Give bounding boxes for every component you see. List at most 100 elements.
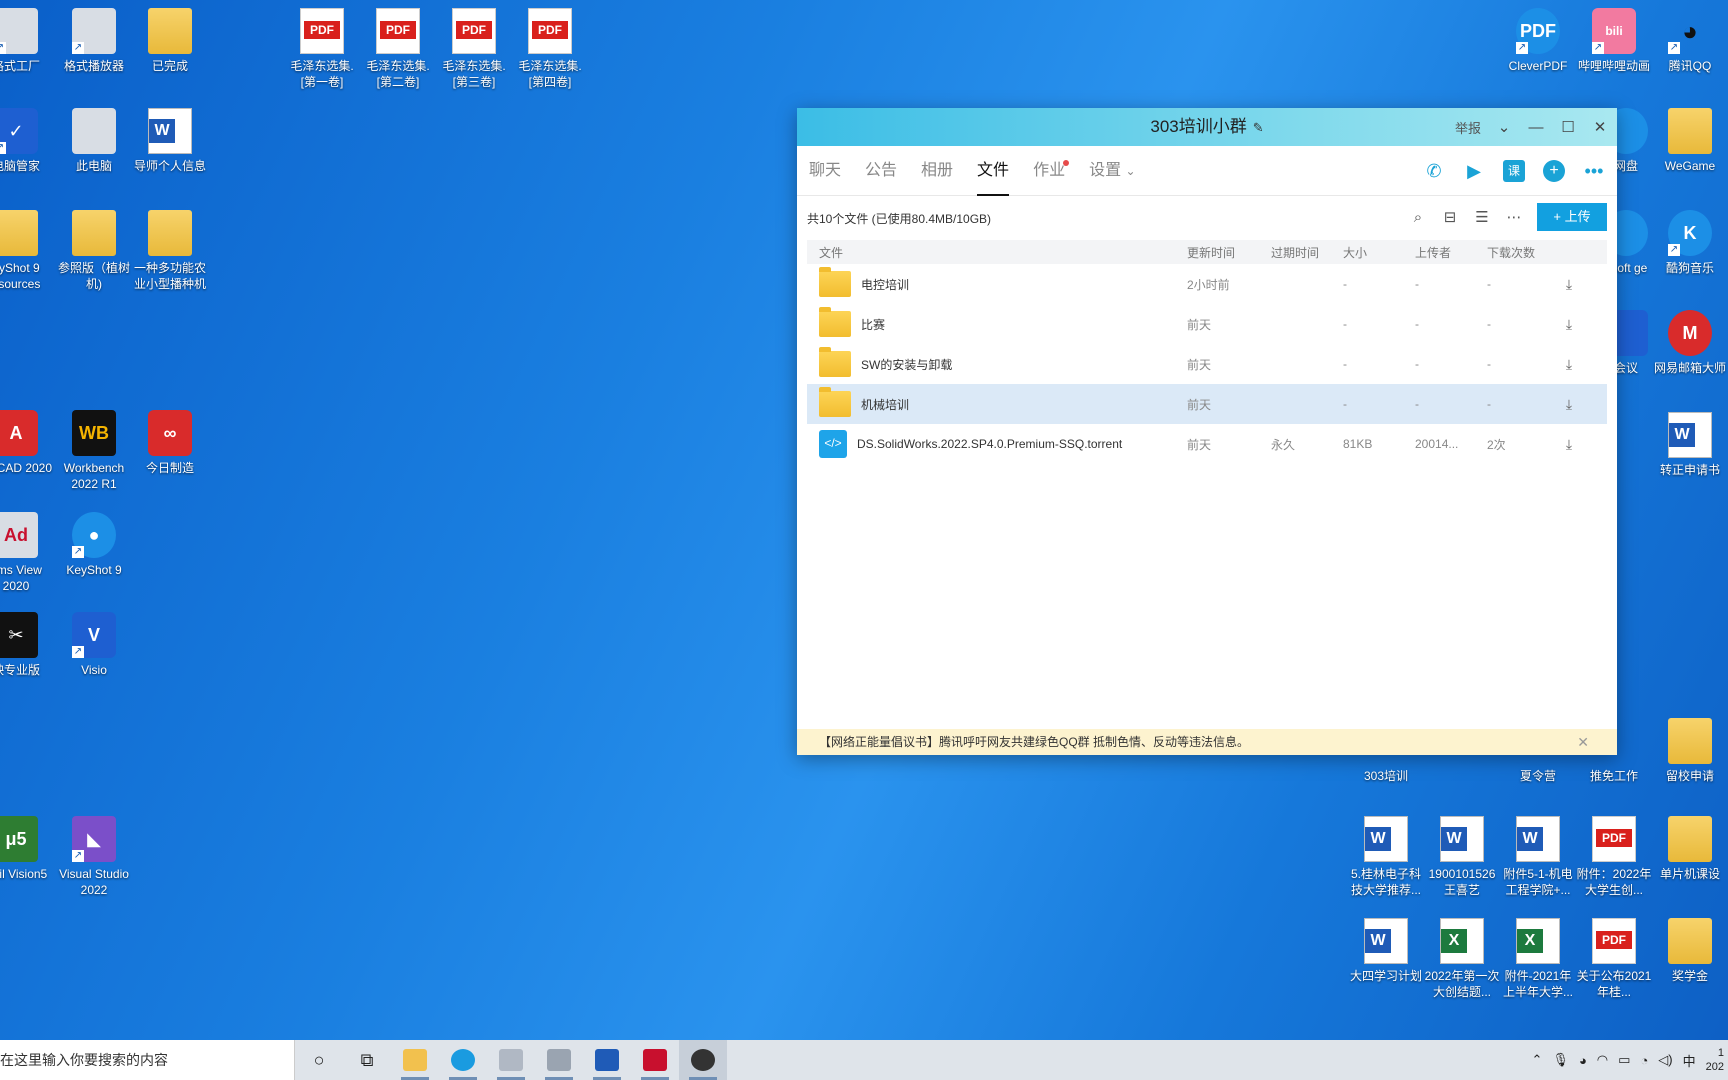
- tab-announcement[interactable]: 公告: [865, 146, 897, 196]
- list-view-icon[interactable]: ☰: [1473, 208, 1491, 226]
- desktop-icon-pdf2[interactable]: PDF 毛泽东选集.[第二卷]: [360, 8, 436, 90]
- desktop-icon-vs2022[interactable]: ◣ Visual Studio 2022: [56, 816, 132, 898]
- tab-files[interactable]: 文件: [977, 146, 1010, 196]
- desktop-icon-pdf5[interactable]: PDF 关于公布2021年桂...: [1576, 918, 1652, 1000]
- window-titlebar[interactable]: 303培训小群 ✎ 举报 ⌄ — ☐ ✕: [797, 108, 1617, 146]
- tab-settings[interactable]: 设置 ⌄: [1089, 146, 1136, 196]
- task-view-icon[interactable]: ⧉: [343, 1040, 391, 1080]
- table-row[interactable]: 比赛 前天 - - - ⤓: [807, 304, 1607, 344]
- inbox-icon[interactable]: ⊟: [1441, 208, 1459, 226]
- battery-icon[interactable]: ▭: [1618, 1052, 1630, 1068]
- desktop-icon-netease-mail[interactable]: M 网易邮箱大师: [1652, 310, 1728, 376]
- qq-taskbar-icon[interactable]: [679, 1040, 727, 1080]
- format-factory-taskbar-icon[interactable]: [487, 1040, 535, 1080]
- wifi-icon[interactable]: ◔: [1640, 1053, 1648, 1068]
- ime-indicator[interactable]: 中: [1683, 1051, 1696, 1070]
- desktop-icon-qq[interactable]: ◕ 腾讯QQ: [1652, 8, 1728, 74]
- table-row-selected[interactable]: 机械培训 前天 - - - ⤓: [807, 384, 1607, 424]
- table-row[interactable]: </> DS.SolidWorks.2022.SP4.0.Premium-SSQ.…: [807, 424, 1607, 464]
- desktop-icon-scholarship[interactable]: 奖学金: [1652, 918, 1728, 984]
- word-taskbar-icon[interactable]: [583, 1040, 631, 1080]
- desktop-icon-promotion-letter[interactable]: W 转正申请书: [1652, 412, 1728, 478]
- desktop-icon-wegame[interactable]: WeGame: [1652, 108, 1728, 174]
- desktop-icon-senior-plan[interactable]: W 大四学习计划: [1348, 918, 1424, 984]
- more-icon[interactable]: •••: [1583, 160, 1605, 182]
- edit-pencil-icon[interactable]: ✎: [1253, 120, 1264, 135]
- file-uploader[interactable]: 20014...: [1415, 437, 1487, 451]
- taskbar-search-input[interactable]: 在这里输入你要搜索的内容: [0, 1040, 295, 1080]
- clock[interactable]: 1 202: [1706, 1046, 1724, 1074]
- file-explorer-icon[interactable]: [391, 1040, 439, 1080]
- download-icon[interactable]: ⤓: [1549, 436, 1589, 453]
- edge-browser-icon[interactable]: [439, 1040, 487, 1080]
- table-row[interactable]: SW的安装与卸载 前天 - - - ⤓: [807, 344, 1607, 384]
- desktop-icon-workbench[interactable]: WB Workbench 2022 R1: [56, 410, 132, 492]
- col-updated[interactable]: 更新时间: [1187, 244, 1271, 261]
- desktop-icon-keyshot9[interactable]: ● KeyShot 9: [56, 512, 132, 578]
- table-row[interactable]: 电控培训 2小时前 - - - ⤓: [807, 264, 1607, 304]
- desktop-icon-mcu-course[interactable]: 单片机课设: [1652, 816, 1728, 882]
- desktop-icon-pdf1[interactable]: PDF 毛泽东选集.[第一卷]: [284, 8, 360, 90]
- volume-icon[interactable]: ◁): [1658, 1052, 1672, 1068]
- solidworks-taskbar-icon[interactable]: [631, 1040, 679, 1080]
- upload-button[interactable]: + 上传: [1537, 203, 1607, 231]
- desktop-icon-visio[interactable]: V Visio: [56, 612, 132, 678]
- maximize-button[interactable]: ☐: [1559, 118, 1577, 136]
- report-link[interactable]: 举报: [1455, 118, 1481, 137]
- desktop-icon-doc1[interactable]: W 5.桂林电子科技大学推荐...: [1348, 816, 1424, 898]
- desktop-icon-ref-version[interactable]: 参照版（植树机): [56, 210, 132, 292]
- qq-tray-icon[interactable]: ◕: [1579, 1053, 1587, 1068]
- desktop-icon-autocad[interactable]: A utoCAD 2020: [0, 410, 54, 476]
- desktop-icon-format-player[interactable]: 格式播放器: [56, 8, 132, 74]
- phone-call-icon[interactable]: ✆: [1423, 160, 1445, 182]
- download-icon[interactable]: ⤓: [1549, 316, 1589, 333]
- format-player-taskbar-icon[interactable]: [535, 1040, 583, 1080]
- desktop-icon-this-pc[interactable]: 此电脑: [56, 108, 132, 174]
- desktop-icon-pdf4[interactable]: PDF 毛泽东选集.[第四卷]: [512, 8, 588, 90]
- desktop-icon-xls1[interactable]: X 2022年第一次大创结题...: [1424, 918, 1500, 1000]
- desktop-icon-kugou[interactable]: K 酷狗音乐: [1652, 210, 1728, 276]
- desktop-icon-today-make[interactable]: ∞ 今日制造: [132, 410, 208, 476]
- col-downloads[interactable]: 下载次数: [1487, 244, 1549, 261]
- col-uploader[interactable]: 上传者: [1415, 244, 1487, 261]
- tab-homework[interactable]: 作业: [1033, 146, 1070, 196]
- search-icon[interactable]: ⌕: [1409, 209, 1427, 226]
- col-name[interactable]: 文件: [807, 244, 1187, 261]
- close-icon[interactable]: ✕: [1577, 729, 1589, 755]
- desktop-icon-cleverpdf[interactable]: PDF CleverPDF: [1500, 8, 1576, 74]
- desktop-icon-doc2[interactable]: W 1900101526王喜艺: [1424, 816, 1500, 898]
- desktop-icon-keyshot-resources[interactable]: eyShot 9 esources: [0, 210, 54, 292]
- desktop-icon-doc3[interactable]: W 附件5-1-机电工程学院+...: [1500, 816, 1576, 898]
- desktop-icon-pdf3[interactable]: PDF 毛泽东选集.[第三卷]: [436, 8, 512, 90]
- add-icon[interactable]: +: [1543, 160, 1565, 182]
- desktop-icon-mentor-info[interactable]: W 导师个人信息: [132, 108, 208, 174]
- desktop-icon-jianying[interactable]: ✂ 映专业版: [0, 612, 54, 678]
- desktop-icon-format-factory[interactable]: 格式工厂: [0, 8, 54, 74]
- col-size[interactable]: 大小: [1343, 244, 1415, 261]
- desktop-icon-pc-manager[interactable]: ✓ 电脑管家: [0, 108, 54, 174]
- more-icon[interactable]: ⋯: [1505, 208, 1523, 226]
- download-icon[interactable]: ⤓: [1549, 276, 1589, 293]
- desktop-icon-keil[interactable]: μ5 Keil Vision5: [0, 816, 54, 882]
- tab-chat[interactable]: 聊天: [809, 146, 841, 196]
- desktop-icon-doc4[interactable]: PDF 附件：2022年大学生创...: [1576, 816, 1652, 898]
- download-icon[interactable]: ⤓: [1549, 396, 1589, 413]
- desktop-icon-stay-school[interactable]: 留校申请: [1652, 718, 1728, 784]
- network-icon[interactable]: ◠: [1597, 1052, 1608, 1068]
- desktop-icon-bilibili[interactable]: bili 哔哩哔哩动画: [1576, 8, 1652, 74]
- chevron-up-icon[interactable]: ⌃: [1532, 1052, 1543, 1068]
- video-call-icon[interactable]: ▶: [1463, 160, 1485, 182]
- close-button[interactable]: ✕: [1591, 118, 1609, 136]
- col-expire[interactable]: 过期时间: [1271, 244, 1343, 261]
- desktop-icon-adams[interactable]: Ad ams View 2020: [0, 512, 54, 594]
- class-icon[interactable]: 课: [1503, 160, 1525, 182]
- desktop-icon-done-folder[interactable]: 已完成: [132, 8, 208, 74]
- tab-album[interactable]: 相册: [921, 146, 953, 196]
- chevron-down-icon[interactable]: ⌄: [1495, 118, 1513, 136]
- desktop-icon-xls2[interactable]: X 附件-2021年上半年大学...: [1500, 918, 1576, 1000]
- microphone-icon[interactable]: 🎙: [1552, 1052, 1569, 1068]
- desktop-icon-seeder[interactable]: 一种多功能农业小型播种机: [132, 210, 208, 292]
- cortana-icon[interactable]: ○: [295, 1040, 343, 1080]
- minimize-button[interactable]: —: [1527, 119, 1545, 136]
- download-icon[interactable]: ⤓: [1549, 356, 1589, 373]
